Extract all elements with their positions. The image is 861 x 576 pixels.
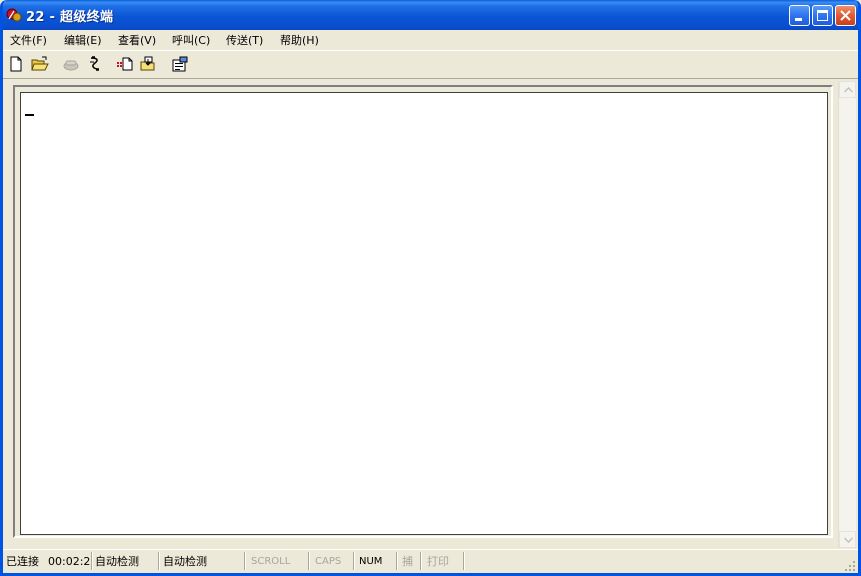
- status-separator: [308, 552, 310, 570]
- client-area: [9, 81, 858, 549]
- status-separator: [353, 552, 355, 570]
- resize-grip-icon[interactable]: [844, 560, 856, 572]
- scroll-down-button[interactable]: [839, 531, 856, 548]
- status-scroll-lock: SCROLL: [251, 556, 291, 567]
- receive-file-icon: [140, 56, 155, 71]
- status-separator: [420, 552, 422, 570]
- menu-file[interactable]: 文件(F): [10, 32, 47, 48]
- hyperterminal-window: 22 - 超级终端 文件(F) 编辑(E) 查看(V) 呼叫(C) 传送(T) …: [0, 0, 861, 576]
- vertical-scrollbar[interactable]: [838, 81, 856, 548]
- arrow-down-icon: [844, 537, 853, 543]
- terminal-screen[interactable]: [20, 92, 828, 535]
- menu-call[interactable]: 呼叫(C): [172, 32, 210, 48]
- status-separator: [244, 552, 246, 570]
- terminal-frame: [13, 85, 833, 538]
- status-connected: 已连接: [6, 555, 39, 568]
- hyperterminal-app-icon[interactable]: [6, 7, 22, 23]
- maximize-icon: [817, 10, 828, 21]
- status-bar: 已连接 00:02:2 自动检测 自动检测 SCROLL CAPS NUM 捕 …: [3, 549, 858, 573]
- send-file-icon: [117, 57, 133, 71]
- status-capture: 捕: [402, 555, 413, 568]
- status-detect-terminal: 自动检测: [95, 555, 139, 568]
- window-title: 22 - 超级终端: [26, 10, 114, 25]
- open-folder-icon: [31, 56, 49, 71]
- status-num-lock: NUM: [359, 556, 383, 567]
- call-icon: [90, 56, 100, 71]
- menu-transfer[interactable]: 传送(T): [226, 32, 263, 48]
- send-button[interactable]: [113, 54, 135, 74]
- status-detect-settings: 自动检测: [163, 555, 207, 568]
- disconnect-phone-icon: [63, 60, 79, 71]
- text-cursor: [25, 114, 34, 116]
- toolbar: [3, 50, 858, 79]
- properties-button[interactable]: [168, 54, 190, 74]
- receive-button[interactable]: [136, 54, 158, 74]
- menu-edit[interactable]: 编辑(E): [64, 32, 102, 48]
- status-print-echo: 打印: [427, 555, 449, 568]
- menu-help[interactable]: 帮助(H): [280, 32, 319, 48]
- status-connection-time: 00:02:2: [48, 555, 90, 568]
- menu-view[interactable]: 查看(V): [118, 32, 156, 48]
- arrow-up-icon: [844, 87, 853, 93]
- status-separator: [396, 552, 398, 570]
- status-caps-lock: CAPS: [315, 556, 342, 567]
- new-document-icon: [10, 56, 22, 72]
- status-separator: [91, 552, 93, 570]
- disconnect-button[interactable]: [60, 54, 82, 74]
- properties-icon: [172, 56, 188, 72]
- status-separator: [158, 552, 160, 570]
- new-connection-button[interactable]: [5, 54, 27, 74]
- scroll-up-button[interactable]: [839, 81, 856, 98]
- menu-bar: 文件(F) 编辑(E) 查看(V) 呼叫(C) 传送(T) 帮助(H): [3, 30, 858, 49]
- status-separator: [463, 552, 465, 570]
- maximize-button[interactable]: [812, 5, 833, 26]
- minimize-button[interactable]: [789, 5, 810, 26]
- open-button[interactable]: [28, 54, 50, 74]
- call-button[interactable]: [84, 54, 106, 74]
- title-bar[interactable]: 22 - 超级终端: [3, 0, 858, 30]
- minimize-icon: [795, 18, 802, 21]
- close-icon: [840, 10, 851, 21]
- close-button[interactable]: [835, 5, 856, 26]
